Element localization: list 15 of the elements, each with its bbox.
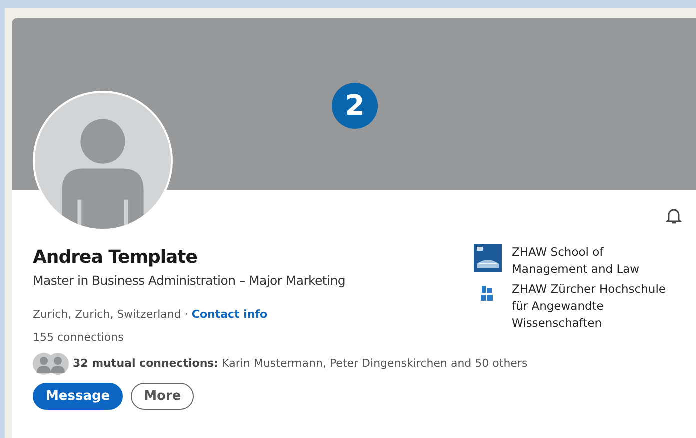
- contact-info-link[interactable]: Contact info: [192, 308, 268, 321]
- more-button[interactable]: More: [131, 382, 194, 410]
- profile-headline: Master in Business Administration – Major Marketing: [33, 272, 346, 290]
- school-name[interactable]: ZHAW School of Management and Law: [512, 244, 674, 278]
- school-name[interactable]: ZHAW Zürcher Hochschule für Angewandte Wissenschaften: [512, 281, 674, 332]
- separator-dot: ·: [184, 308, 188, 321]
- bell-icon[interactable]: [666, 208, 682, 225]
- mutual-connections-text[interactable]: 32 mutual connections: Karin Mustermann, Peter Dingenskirchen and 50 others: [73, 356, 528, 372]
- location-text: Zurich, Zurich, Switzerland: [33, 308, 182, 321]
- school-logo-icon: [474, 244, 502, 272]
- message-button[interactable]: Message: [33, 382, 124, 410]
- connections-count[interactable]: 155 connections: [33, 330, 528, 347]
- step-badge: 2: [332, 83, 378, 129]
- mutual-avatars-icon: [33, 352, 69, 375]
- profile-name: Andrea Template: [33, 246, 198, 270]
